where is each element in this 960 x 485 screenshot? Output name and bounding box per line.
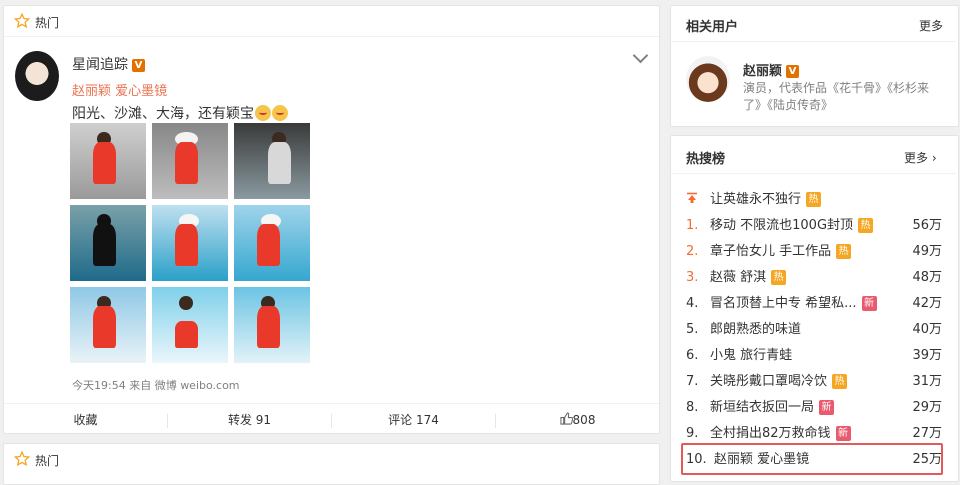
post-photo[interactable] (152, 287, 228, 363)
post-text: 阳光、沙滩、大海，还有颖宝 (72, 103, 288, 123)
hot-search-item[interactable]: 8. 新垣结衣扳回一局新 29万 (686, 395, 942, 421)
chevron-down-icon[interactable] (632, 47, 649, 64)
hot-search-rank: 5. (686, 322, 699, 337)
hot-search-count: 42万 (912, 296, 942, 311)
post-text-content: 阳光、沙滩、大海，还有颖宝 (72, 106, 254, 122)
hot-badge: 热 (858, 218, 874, 233)
post-photo[interactable] (234, 123, 310, 199)
hot-search-rank: 8. (686, 400, 699, 415)
hot-search-count: 56万 (912, 218, 942, 233)
hot-badge: 热 (771, 270, 787, 285)
hot-search-text[interactable]: 冒名顶替上中专 希望私... (710, 296, 857, 311)
post-meta: 今天19:54 来自 微博 weibo.com (72, 379, 240, 392)
emoji-icon (272, 105, 288, 121)
avatar[interactable] (15, 51, 59, 101)
star-icon (14, 451, 30, 467)
hot-search-item[interactable]: 5. 郎朗熟悉的味道 40万 (686, 317, 942, 343)
hot-search-count: 40万 (912, 322, 942, 337)
hot-search-count: 48万 (912, 270, 942, 285)
divider (4, 36, 659, 37)
hot-search-count: 31万 (912, 374, 942, 389)
hot-badge: 热 (806, 192, 822, 207)
post-photo[interactable] (70, 205, 146, 281)
hot-search-rank: 3. (686, 270, 699, 285)
hot-search-more-link[interactable]: 更多 › (904, 149, 937, 166)
hot-search-item[interactable]: 1. 移动 不限流也100G封顶热 56万 (686, 213, 942, 239)
hot-badge: 热 (832, 374, 848, 389)
hot-search-item[interactable]: 4. 冒名顶替上中专 希望私... 新 42万 (686, 291, 942, 317)
post-photo[interactable] (70, 123, 146, 199)
hot-search-text[interactable]: 移动 不限流也100G封顶 (710, 218, 853, 233)
feed-card: 热门 星闻追踪 V 赵丽颖 爱心墨镜 阳光、沙滩、大海，还有颖宝 今天19:54 … (3, 5, 660, 434)
section-label: 热门 (35, 16, 60, 30)
new-badge: 新 (835, 426, 851, 441)
post-actions: 收藏 转发 91 评论 174 808 (4, 403, 659, 438)
hot-search-count: 49万 (912, 244, 942, 259)
emoji-icon (255, 105, 271, 121)
hot-search-text[interactable]: 小鬼 旅行青蛙 (710, 348, 792, 363)
hot-search-rank: 4. (686, 296, 699, 311)
related-user-name[interactable]: 赵丽颖 V (743, 60, 800, 79)
hot-search-text[interactable]: 赵薇 舒淇 (710, 270, 766, 285)
hot-search-text[interactable]: 让英雄永不独行 (710, 192, 801, 207)
new-badge: 新 (861, 296, 877, 311)
post-photo[interactable] (152, 205, 228, 281)
username-text[interactable]: 星闻追踪 (72, 57, 128, 73)
related-users-more-link[interactable]: 更多 (919, 17, 943, 34)
related-users-title: 相关用户 (686, 20, 739, 35)
new-badge: 新 (819, 400, 835, 415)
hot-search-item[interactable]: 6. 小鬼 旅行青蛙 39万 (686, 343, 942, 369)
post-username[interactable]: 星闻追踪 V (72, 54, 145, 74)
comment-button[interactable]: 评论 174 (332, 404, 495, 438)
like-button[interactable]: 808 (496, 404, 659, 438)
hot-search-item[interactable]: 2. 章子怡女儿 手工作品热 49万 (686, 239, 942, 265)
thumbs-up-icon (559, 405, 573, 437)
hot-search-text[interactable]: 全村捐出82万救命钱 (710, 426, 831, 441)
avatar[interactable] (686, 56, 730, 102)
hot-search-count: 39万 (912, 348, 942, 363)
hot-search-text[interactable]: 新垣结衣扳回一局 (710, 400, 814, 415)
like-count: 808 (572, 413, 596, 427)
topic-link[interactable]: 赵丽颖 爱心墨镜 (72, 80, 167, 99)
hot-search-rank: 6. (686, 348, 699, 363)
highlight-box (681, 443, 943, 475)
hot-search-rank: 7. (686, 374, 699, 389)
hot-search-text[interactable]: 郎朗熟悉的味道 (710, 322, 801, 337)
up-arrow-icon (686, 187, 710, 213)
feed-card-2: 热门 (3, 443, 660, 485)
repost-button[interactable]: 转发 91 (168, 404, 331, 438)
hot-search-title: 热搜榜 (686, 152, 726, 167)
verified-icon: V (132, 59, 145, 72)
post-photo[interactable] (152, 123, 228, 199)
post-photo[interactable] (234, 287, 310, 363)
hot-search-item[interactable]: 7. 关晓彤戴口罩喝冷饮热 31万 (686, 369, 942, 395)
related-user-desc: 演员，代表作品《花千骨》《杉杉来了》《陆贞传奇》 (743, 81, 930, 112)
star-icon (14, 13, 30, 29)
hot-search-rank: 2. (686, 244, 699, 259)
hot-search-item[interactable]: 3. 赵薇 舒淇热 48万 (686, 265, 942, 291)
favorite-button[interactable]: 收藏 (4, 404, 167, 438)
hot-badge: 热 (836, 244, 852, 259)
divider (671, 173, 956, 174)
divider (671, 41, 956, 42)
hot-search-pinned[interactable]: 让英雄永不独行热 (686, 187, 942, 213)
section-label: 热门 (35, 454, 60, 468)
post-photo[interactable] (234, 205, 310, 281)
hot-search-rank: 1. (686, 218, 699, 233)
hot-search-count: 29万 (912, 400, 942, 415)
hot-search-text[interactable]: 章子怡女儿 手工作品 (710, 244, 831, 259)
hot-search-text[interactable]: 关晓彤戴口罩喝冷饮 (710, 374, 827, 389)
verified-icon: V (786, 65, 800, 78)
post-photo[interactable] (70, 287, 146, 363)
related-user-name-text[interactable]: 赵丽颖 (743, 64, 782, 79)
